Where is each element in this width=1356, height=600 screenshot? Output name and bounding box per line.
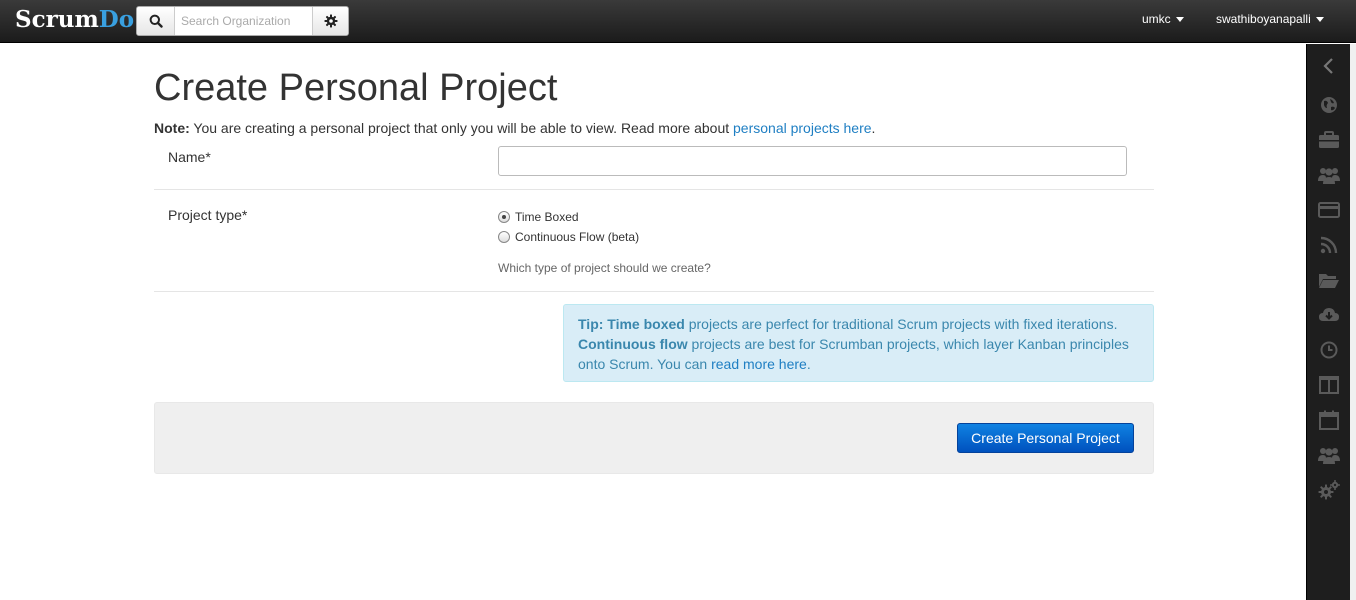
radio-button-checked[interactable]: [498, 211, 510, 223]
cloud-download-icon: [1319, 308, 1339, 321]
search-group: [136, 6, 349, 36]
sidebar-item-calendar[interactable]: [1307, 407, 1351, 433]
sidebar-item-globe[interactable]: [1307, 92, 1351, 118]
name-label: Name*: [168, 149, 211, 165]
clock-icon: [1320, 341, 1338, 359]
project-name-input[interactable]: [498, 146, 1127, 176]
chevron-left-icon: [1323, 58, 1333, 74]
sidebar-item-board[interactable]: [1307, 372, 1351, 398]
sidebar-item-briefcase[interactable]: [1307, 127, 1351, 153]
columns-icon: [1319, 376, 1339, 394]
radio-time-boxed[interactable]: Time Boxed: [498, 210, 579, 224]
org-menu[interactable]: umkc: [1142, 12, 1184, 26]
top-navbar: ScrumDo umkc swat: [0, 0, 1356, 43]
scrumdo-logo[interactable]: ScrumDo: [15, 6, 134, 33]
sidebar-item-team[interactable]: [1307, 162, 1351, 188]
search-input[interactable]: [175, 7, 312, 35]
gear-icon: [324, 14, 337, 28]
search-button[interactable]: [137, 7, 175, 35]
radio-button[interactable]: [498, 231, 510, 243]
main-content: Create Personal Project Note: You are cr…: [154, 44, 1154, 474]
search-icon: [149, 14, 163, 28]
calendar-icon: [1319, 410, 1339, 430]
group-icon: [1318, 448, 1340, 464]
create-personal-project-button[interactable]: Create Personal Project: [957, 423, 1134, 453]
credit-card-icon: [1318, 202, 1340, 218]
sidebar-item-settings[interactable]: [1307, 477, 1351, 503]
caret-down-icon: [1175, 17, 1184, 22]
project-type-row: Project type* Time Boxed Continuous Flow…: [154, 190, 1154, 292]
folder-open-icon: [1319, 274, 1339, 288]
briefcase-icon: [1319, 131, 1339, 148]
right-sidebar: [1306, 44, 1350, 600]
collapse-sidebar-button[interactable]: [1307, 53, 1351, 79]
rss-icon: [1320, 236, 1338, 254]
radio-continuous-flow[interactable]: Continuous Flow (beta): [498, 230, 639, 244]
tip-box: Tip: Time boxed projects are perfect for…: [563, 304, 1154, 382]
name-row: Name*: [154, 141, 1154, 190]
search-settings-button[interactable]: [312, 7, 348, 35]
project-type-label: Project type*: [168, 207, 248, 223]
caret-down-icon: [1315, 17, 1324, 22]
globe-icon: [1321, 97, 1337, 113]
sidebar-item-history[interactable]: [1307, 337, 1351, 363]
cogs-icon: [1318, 480, 1340, 500]
team-icon: [1318, 168, 1340, 184]
page-scrollbar[interactable]: [1350, 44, 1356, 600]
sidebar-item-download[interactable]: [1307, 302, 1351, 328]
sidebar-item-folder[interactable]: [1307, 267, 1351, 293]
read-more-link[interactable]: read more here: [711, 356, 807, 372]
sidebar-item-people[interactable]: [1307, 442, 1351, 468]
form-actions: Create Personal Project: [154, 402, 1154, 474]
user-menu[interactable]: swathiboyanapalli: [1216, 12, 1324, 26]
page-title: Create Personal Project: [154, 67, 558, 109]
sidebar-item-feed[interactable]: [1307, 232, 1351, 258]
personal-projects-link[interactable]: personal projects here: [733, 120, 872, 136]
project-type-help: Which type of project should we create?: [498, 261, 711, 275]
personal-project-note: Note: You are creating a personal projec…: [154, 120, 876, 136]
sidebar-item-card[interactable]: [1307, 197, 1351, 223]
